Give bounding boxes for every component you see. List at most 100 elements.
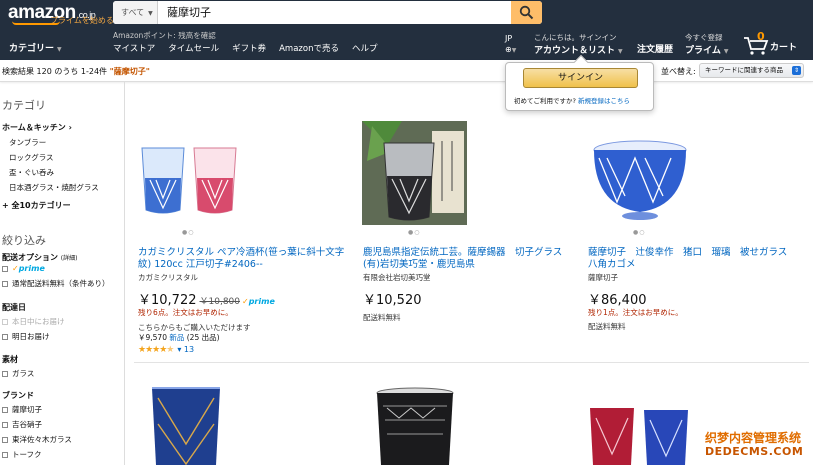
globe-icon: ⊕▼ — [505, 45, 517, 54]
nav-link-mystore[interactable]: マイストア — [113, 42, 155, 54]
other-offers-price: ￥9,570 — [138, 333, 167, 342]
chevron-down-icon: ▼ — [57, 46, 62, 53]
delivery-option-heading: 配送オプション (詳細) — [2, 252, 77, 263]
orders-link[interactable]: 注文履歴 — [637, 42, 673, 55]
image-carousel-dots[interactable]: ●○ — [633, 229, 645, 236]
filter-glass-label: ガラス — [12, 369, 35, 378]
product-image[interactable] — [587, 136, 693, 224]
sidebar-category-home-kitchen[interactable]: ホーム＆キッチン › — [2, 122, 72, 133]
row-divider — [134, 362, 809, 363]
stock-warning: 残り6点。注文はお早めに。 — [138, 308, 233, 317]
search-bar: すべて ▼ 薩摩切子 — [113, 1, 542, 24]
watermark-line2: DEDECMS.COM — [705, 445, 804, 458]
image-carousel-dots[interactable]: ●○ — [408, 229, 420, 236]
product-brand: 薩摩切子 — [588, 273, 618, 282]
prime-badge: ✓prime — [12, 264, 45, 273]
delivery-date-heading: 配達日 — [2, 303, 26, 312]
product-image[interactable] — [136, 140, 246, 225]
filter-brand-satsuma[interactable]: 薩摩切子 — [2, 404, 42, 415]
sidebar-item-sake-glass[interactable]: 日本酒グラス・焼酎グラス — [9, 182, 99, 193]
nav-link-help[interactable]: ヘルプ — [352, 42, 378, 54]
filter-glass[interactable]: ガラス — [2, 368, 34, 379]
prime-promo-link[interactable]: プライムを始める — [50, 15, 114, 26]
search-button[interactable] — [511, 1, 542, 24]
checkbox[interactable] — [2, 371, 8, 377]
product-image[interactable] — [148, 384, 224, 465]
product-title-link[interactable]: 薩摩切子 辻俊幸作 猪口 瑠璃 被せガラス 八角カゴメ — [588, 247, 803, 271]
filter-free-shipping[interactable]: 通常配送料無料（条件あり） — [2, 278, 110, 289]
signin-button[interactable]: サインイン — [523, 68, 638, 88]
filter-brand-yoshiya[interactable]: 吉谷硝子 — [2, 419, 42, 430]
nav-link-giftcard[interactable]: ギフト券 — [232, 42, 266, 54]
prime-badge-label: prime — [18, 264, 45, 273]
product-price: ￥86,400 — [588, 293, 647, 308]
product-price-value: ￥10,722 — [138, 293, 197, 308]
product-title-link[interactable]: カガミクリスタル ペア冷酒杯(笹っ葉に斜十文字紋) 120cc 江戸切子#240… — [138, 247, 353, 271]
account-menu[interactable]: こんにちは。サインイン アカウント＆リスト ▼ — [534, 32, 623, 56]
nav-link-timesale[interactable]: タイムセール — [168, 42, 219, 54]
result-query: "薩摩切子" — [109, 67, 150, 76]
checkbox[interactable] — [2, 266, 8, 272]
shipping-info: 配送料無料 — [588, 322, 626, 331]
nav-link-sell[interactable]: Amazonで売る — [279, 42, 339, 54]
checkbox[interactable] — [2, 437, 8, 443]
account-label: アカウント＆リスト — [534, 46, 616, 56]
checkbox[interactable] — [2, 452, 8, 458]
sidebar-item-sake-cup[interactable]: 盃・ぐい呑み — [9, 167, 54, 178]
new-customer-prefix: 初めてご利用ですか? — [514, 97, 579, 105]
search-category-label: すべて — [121, 8, 145, 17]
chevron-updown-icon: ⇕ — [792, 66, 801, 75]
material-heading: 素材 — [2, 355, 18, 364]
filter-brand-tofuku[interactable]: トーフク — [2, 449, 42, 460]
checkbox[interactable] — [2, 334, 8, 340]
chevron-down-icon: ▾ — [177, 345, 182, 354]
search-category-select[interactable]: すべて ▼ — [113, 1, 158, 24]
product-brand: カガミクリスタル — [138, 273, 198, 282]
filter-brand-label: 薩摩切子 — [12, 405, 42, 414]
filter-brand-label: 東洋佐々木ガラス — [12, 435, 72, 444]
other-offers-link[interactable]: 新品 — [169, 333, 184, 342]
prime-signup-text: 今すぐ登録 — [685, 33, 723, 42]
filter-tomorrow-label: 明日お届け — [12, 332, 50, 341]
sort-dropdown-value: キーワードに関連する商品 — [705, 66, 783, 74]
product-old-price: ￥10,800 — [199, 297, 241, 307]
checkbox[interactable] — [2, 319, 8, 325]
product-image[interactable] — [373, 386, 457, 465]
product-price: ￥10,722 ￥10,800 ✓prime — [138, 289, 275, 308]
checkbox[interactable] — [2, 422, 8, 428]
filter-prime[interactable]: ✓prime — [2, 264, 45, 273]
product-image[interactable] — [588, 404, 692, 465]
half-star-icon: ★ — [166, 345, 174, 355]
filter-brand-label: 吉谷硝子 — [12, 420, 42, 429]
sidebar-all-categories[interactable]: + 全10カテゴリー — [2, 200, 71, 211]
sort-dropdown[interactable]: キーワードに関連する商品 ⇕ — [699, 63, 804, 78]
sidebar-item-rockglass[interactable]: ロックグラス — [9, 152, 54, 163]
sidebar-category-heading: カテゴリ — [2, 99, 46, 112]
filter-brand-toyosasaki[interactable]: 東洋佐々木ガラス — [2, 434, 72, 445]
product-image[interactable] — [362, 121, 467, 225]
search-input[interactable]: 薩摩切子 — [163, 1, 493, 24]
rating-stars[interactable]: ★★★★★ ▾ 13 — [138, 345, 194, 355]
category-menu[interactable]: カテゴリー ▼ — [9, 41, 62, 54]
checkbox[interactable] — [2, 281, 8, 287]
product-title-link[interactable]: 鹿児島県指定伝統工芸。薩摩錫器 切子グラス(有)岩切美巧堂・鹿児島県 — [363, 247, 578, 271]
new-customer-text: 初めてご利用ですか? 新規登録はこちら — [514, 95, 630, 105]
filter-today[interactable]: 本日中にお届け — [2, 316, 65, 327]
sidebar-category-home-kitchen-label: ホーム＆キッチン — [2, 123, 66, 132]
star-icons: ★★★★ — [138, 345, 167, 355]
review-count-value: 13 — [183, 345, 195, 354]
register-link[interactable]: 新規登録はこちら — [578, 97, 630, 105]
points-promo[interactable]: Amazonポイント: 残高を確認 — [113, 30, 216, 41]
review-count-link[interactable]: ▾ 13 — [177, 345, 194, 354]
prime-menu[interactable]: 今すぐ登録 プライム ▼ — [685, 32, 728, 56]
check-icon: ✓ — [12, 264, 19, 273]
check-icon: ✓ — [242, 297, 249, 306]
language-selector[interactable]: JP ⊕▼ — [505, 33, 516, 56]
checkbox[interactable] — [2, 407, 8, 413]
brand-heading: ブランド — [2, 391, 34, 400]
filter-tomorrow[interactable]: 明日お届け — [2, 331, 50, 342]
sidebar-item-tumbler[interactable]: タンブラー — [9, 137, 46, 148]
chevron-down-icon: ▼ — [511, 47, 517, 54]
result-bar: 検索結果 120 のうち 1-24件 "薩摩切子" 並べ替え: キーワードに関連… — [0, 60, 813, 82]
image-carousel-dots[interactable]: ●○ — [182, 229, 194, 236]
